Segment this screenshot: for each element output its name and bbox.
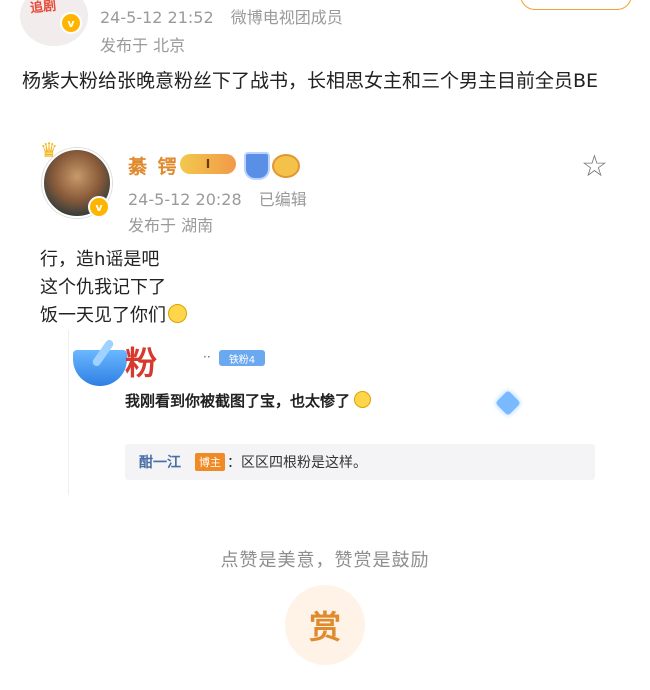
embedded-username[interactable]: 綦 锷 xyxy=(128,152,179,179)
verified-badge-icon: v xyxy=(60,12,82,34)
reward-button[interactable]: 赏 xyxy=(285,585,365,665)
shield-icon xyxy=(244,152,270,180)
commenter-name[interactable]: 粉 xyxy=(125,338,157,384)
reply-username[interactable]: 酣一江 xyxy=(139,452,181,472)
reward-tip: 点赞是美意，赞赏是鼓励 xyxy=(220,550,430,571)
embedded-line-3: 饭一天见了你们 xyxy=(40,305,166,326)
reply-text: ：区区四根粉是这样。 xyxy=(227,455,367,471)
star-icon[interactable]: ☆ xyxy=(581,152,608,182)
blogger-tag: 博主 xyxy=(195,453,225,471)
post-body: 杨紫大粉给张晚意粉丝下了战书，长相思女主和三个男主目前全员BE xyxy=(22,70,599,92)
post-source: 微博电视团成员 xyxy=(230,8,343,27)
smile-emoji-icon xyxy=(168,304,187,323)
fan-badge: 铁粉4 xyxy=(219,350,265,366)
post-meta: 24-5-12 21:52 微博电视团成员 xyxy=(100,4,355,28)
comment-text: 我刚看到你被截图了宝，也太惨了 xyxy=(125,390,372,411)
gem-icon xyxy=(495,390,521,416)
embedded-timestamp: 24-5-12 20:28 xyxy=(128,190,242,209)
embedded-location: 发布于 湖南 xyxy=(128,216,214,235)
name-separator: ·· xyxy=(203,350,211,364)
embedded-edited: 已编辑 xyxy=(258,190,307,209)
embedded-line-2: 这个仇我记下了 xyxy=(40,277,166,298)
laugh-emoji-icon xyxy=(354,391,372,408)
embedded-verified-icon: v xyxy=(88,196,110,218)
embedded-meta: 24-5-12 20:28 已编辑 xyxy=(128,186,319,210)
avatar-brand-text: 追剧 xyxy=(29,0,57,17)
follow-button[interactable] xyxy=(520,0,632,10)
embedded-line-1: 行，造h谣是吧 xyxy=(40,249,160,270)
quoted-comment: 粉 ·· 铁粉4 我刚看到你被截图了宝，也太惨了 酣一江 博主 ：区区四根粉是这… xyxy=(68,330,609,495)
level-badge: I xyxy=(180,154,236,174)
reply-row[interactable]: 酣一江 博主 ：区区四根粉是这样。 xyxy=(125,444,595,480)
embedded-body: 行，造h谣是吧 这个仇我记下了 饭一天见了你们 xyxy=(40,246,187,330)
post-location: 发布于 北京 xyxy=(100,36,186,55)
crown-icon: ♛ xyxy=(40,138,58,162)
fish-icon xyxy=(272,154,300,178)
reward-label: 赏 xyxy=(308,608,341,646)
post-timestamp: 24-5-12 21:52 xyxy=(100,8,214,27)
embedded-screenshot: ♛ v 綦 锷 I 24-5-12 20:28 已编辑 发布于 湖南 ☆ 行，造… xyxy=(18,130,632,515)
